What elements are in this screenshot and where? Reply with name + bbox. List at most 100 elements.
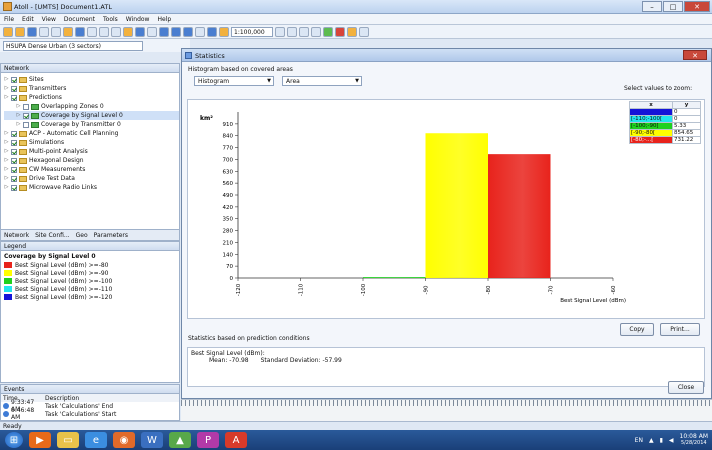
tree-checkbox[interactable]: [11, 166, 17, 173]
menu-tools[interactable]: Tools: [103, 16, 118, 23]
tree-checkbox[interactable]: [11, 139, 17, 146]
tree-item[interactable]: ▷ Microwave Radio Links: [4, 183, 179, 192]
expand-icon[interactable]: ▷: [16, 111, 21, 120]
expand-icon[interactable]: ▷: [4, 84, 9, 93]
menu-file[interactable]: File: [4, 16, 14, 23]
powerpoint-icon[interactable]: P: [197, 432, 219, 448]
menu-edit[interactable]: Edit: [22, 16, 34, 23]
media-player-icon[interactable]: ▶: [29, 432, 51, 448]
tree-checkbox[interactable]: [11, 148, 17, 155]
copy-icon[interactable]: [99, 26, 109, 37]
expand-icon[interactable]: ▷: [4, 156, 9, 165]
tree-item[interactable]: ▷ Sites: [4, 75, 179, 84]
histogram-unit-select[interactable]: Area: [282, 76, 362, 86]
panel-tab-1[interactable]: Site Confi...: [35, 232, 70, 239]
zoom-previous-icon[interactable]: [311, 26, 321, 37]
zoom-values-table[interactable]: x y 0 [-110;-100[0 [-100;-90[5.33 [-90;-80[85…: [629, 101, 702, 144]
tree-checkbox[interactable]: [23, 103, 29, 110]
tree-checkbox[interactable]: [11, 85, 17, 92]
tree-item[interactable]: ▷ CW Measurements: [4, 165, 179, 174]
panel-tab-0[interactable]: Network: [4, 232, 29, 239]
folder-icon[interactable]: [123, 26, 133, 37]
database-icon[interactable]: [51, 26, 61, 37]
start-button-icon[interactable]: ⊞: [5, 432, 23, 448]
value-table-row[interactable]: [-80;-...[731.22: [629, 136, 702, 144]
minimize-button[interactable]: –: [642, 1, 662, 12]
export-icon[interactable]: [75, 26, 85, 37]
zoom-area-icon[interactable]: [299, 26, 309, 37]
tree-checkbox[interactable]: [23, 121, 29, 128]
tree-checkbox[interactable]: [11, 130, 17, 137]
tree-item[interactable]: ▷ Simulations: [4, 138, 179, 147]
menu-help[interactable]: Help: [157, 16, 171, 23]
zoom-level-field[interactable]: 1:100,000: [231, 26, 273, 37]
tag-icon[interactable]: [347, 26, 357, 37]
new-document-icon[interactable]: [3, 26, 13, 37]
cut-icon[interactable]: [87, 26, 97, 37]
expand-icon[interactable]: ▷: [4, 174, 9, 183]
tree-item[interactable]: ▷ Transmitters: [4, 84, 179, 93]
histogram-mode-select[interactable]: Histogram: [194, 76, 274, 86]
maximize-button[interactable]: □: [663, 1, 683, 12]
zoom-in-icon[interactable]: [275, 26, 285, 37]
help-icon[interactable]: [159, 26, 169, 37]
expand-icon[interactable]: ▷: [4, 75, 9, 84]
tree-checkbox[interactable]: [11, 184, 17, 191]
close-button[interactable]: Close: [668, 381, 704, 394]
calculate-icon[interactable]: [171, 26, 181, 37]
value-table-row[interactable]: [-110;-100[0: [629, 115, 702, 123]
refresh-icon[interactable]: [39, 26, 49, 37]
firefox-icon[interactable]: ◉: [113, 432, 135, 448]
tray-arrow-icon[interactable]: ▲: [649, 437, 654, 444]
dialog-close-icon[interactable]: ✕: [683, 50, 707, 60]
tree-item[interactable]: ▷ Drive Test Data: [4, 174, 179, 183]
tree-item[interactable]: ▷ Hexagonal Design: [4, 156, 179, 165]
tree-item[interactable]: ▷ Coverage by Transmitter 0: [4, 120, 179, 129]
expand-icon[interactable]: ▷: [16, 120, 21, 129]
station-icon[interactable]: [323, 26, 333, 37]
menu-view[interactable]: View: [42, 16, 56, 23]
find-icon[interactable]: [359, 26, 369, 37]
print-icon[interactable]: [135, 26, 145, 37]
tree-item[interactable]: ▷ Multi-point Analysis: [4, 147, 179, 156]
preview-icon[interactable]: [147, 26, 157, 37]
value-table-row[interactable]: 0: [629, 108, 702, 116]
tree-item[interactable]: ▷ Overlapping Zones 0: [4, 102, 179, 111]
internet-explorer-icon[interactable]: e: [85, 432, 107, 448]
expand-icon[interactable]: ▷: [4, 183, 9, 192]
tree-checkbox[interactable]: [11, 175, 17, 182]
events-column-header[interactable]: Description: [45, 395, 79, 402]
expand-icon[interactable]: ▷: [4, 129, 9, 138]
pan-icon[interactable]: [219, 26, 229, 37]
map-icon[interactable]: [195, 26, 205, 37]
tree-checkbox[interactable]: [11, 94, 17, 101]
clock[interactable]: 10:08 AM 5/28/2014: [680, 433, 708, 447]
tree-item[interactable]: ▷ Predictions: [4, 93, 179, 102]
import-icon[interactable]: [63, 26, 73, 37]
panel-tab-2[interactable]: Geo: [76, 232, 88, 239]
measure-icon[interactable]: [335, 26, 345, 37]
menu-window[interactable]: Window: [126, 16, 150, 23]
volume-icon[interactable]: ◀: [669, 437, 674, 444]
expand-icon[interactable]: ▷: [4, 93, 9, 102]
tree-item[interactable]: ▷ ACP - Automatic Cell Planning: [4, 129, 179, 138]
pdf-reader-icon[interactable]: A: [225, 432, 247, 448]
save-icon[interactable]: [27, 26, 37, 37]
network-icon[interactable]: ▮: [660, 437, 663, 444]
file-explorer-icon[interactable]: ▭: [57, 432, 79, 448]
copy-button[interactable]: Copy: [620, 323, 654, 336]
language-indicator[interactable]: EN: [635, 437, 643, 444]
open-folder-icon[interactable]: [15, 26, 25, 37]
pointer-icon[interactable]: [207, 26, 217, 37]
zoom-out-icon[interactable]: [287, 26, 297, 37]
event-row[interactable]: 9:46:48 AM Task 'Calculations' Start: [1, 407, 179, 421]
value-table-row[interactable]: [-100;-90[5.33: [629, 122, 702, 130]
expand-icon[interactable]: ▷: [4, 147, 9, 156]
paste-icon[interactable]: [111, 26, 121, 37]
value-table-row[interactable]: [-90;-80[854.65: [629, 129, 702, 137]
expand-icon[interactable]: ▷: [4, 138, 9, 147]
word-icon[interactable]: W: [141, 432, 163, 448]
menu-document[interactable]: Document: [64, 16, 95, 23]
tree-item[interactable]: ▷ Coverage by Signal Level 0: [4, 111, 179, 120]
print-button[interactable]: Print...: [660, 323, 700, 336]
